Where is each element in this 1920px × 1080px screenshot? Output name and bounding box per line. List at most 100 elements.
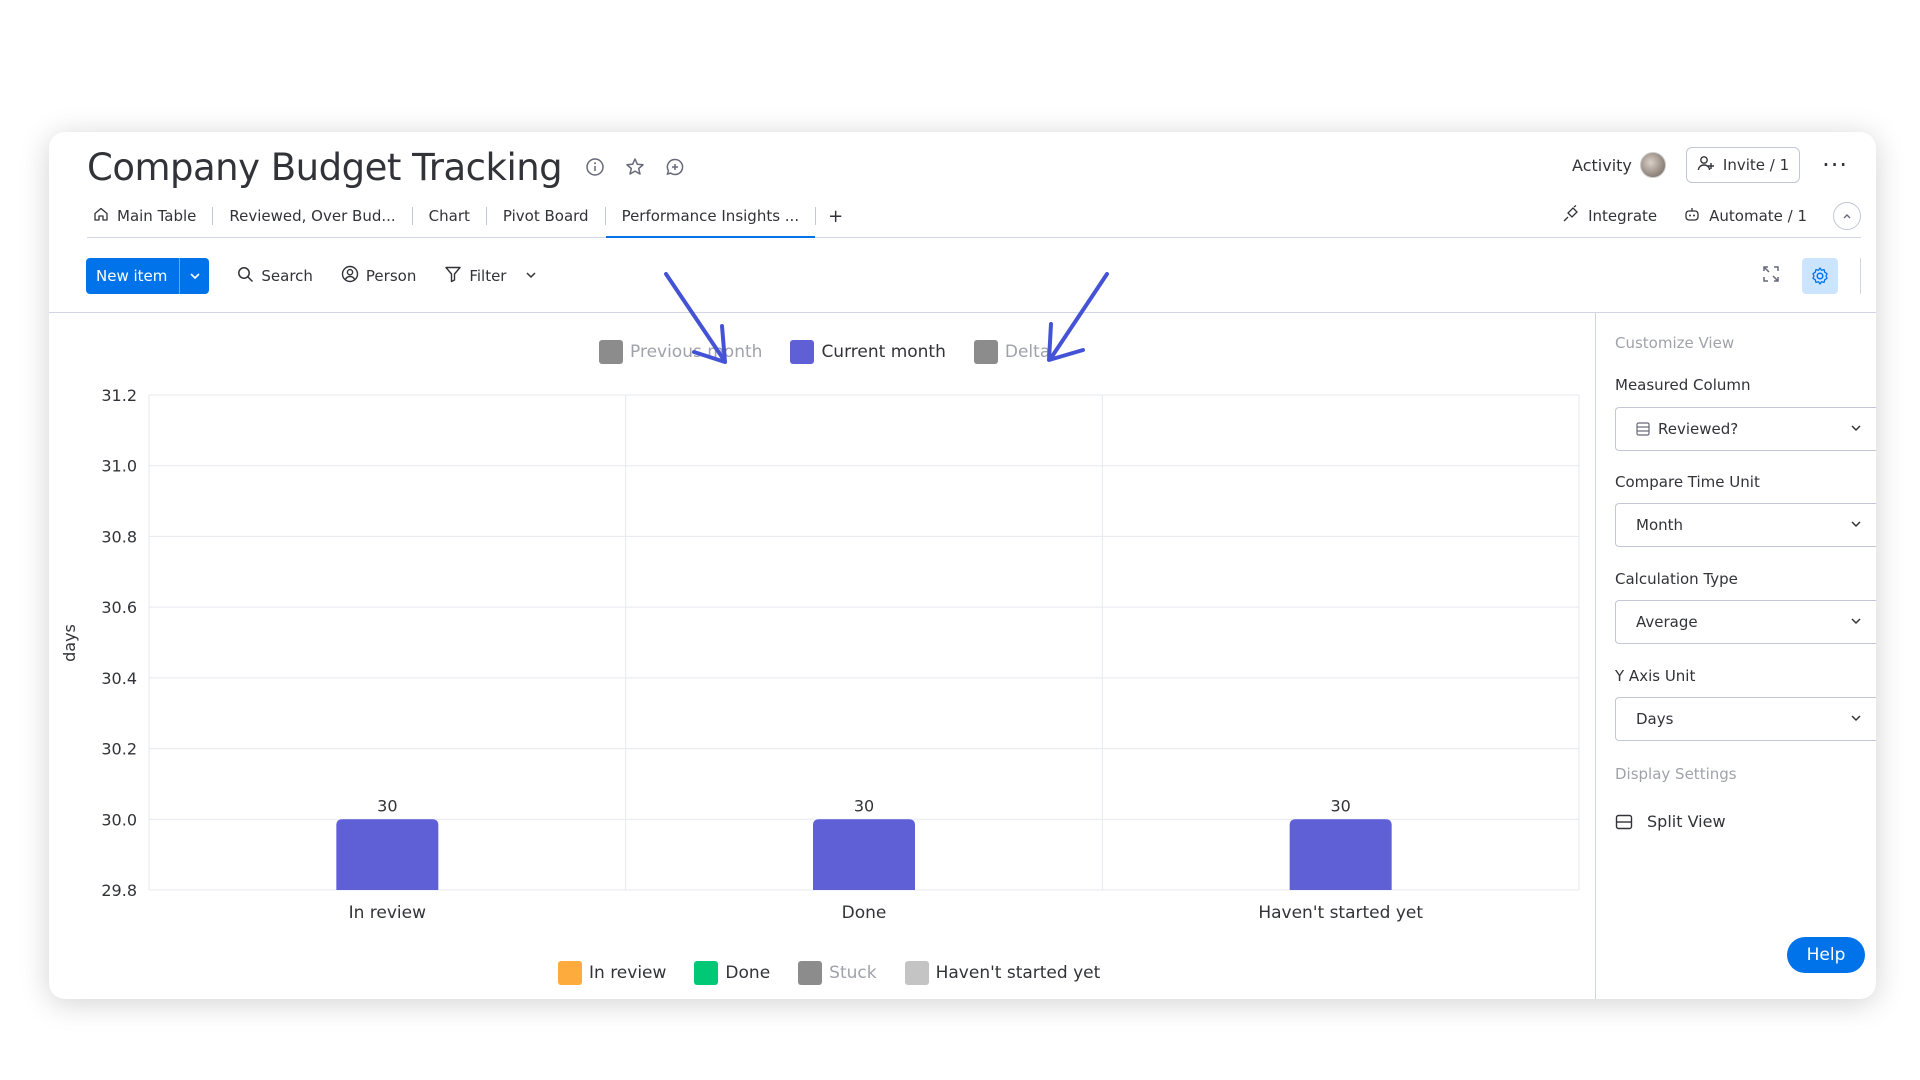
y-tick-label: 31.0 [101, 457, 137, 476]
add-view-button[interactable]: + [816, 196, 855, 236]
y-tick-label: 30.8 [101, 527, 137, 546]
robot-icon [1683, 205, 1701, 227]
legend-swatch [790, 340, 815, 364]
settings-button[interactable] [1802, 258, 1838, 294]
search-button[interactable]: Search [237, 266, 313, 287]
title-row: Company Budget Tracking [87, 142, 686, 192]
board-title[interactable]: Company Budget Tracking [87, 146, 563, 189]
search-label: Search [261, 267, 313, 285]
integrate-label: Integrate [1588, 207, 1658, 225]
invite-label: Invite / 1 [1722, 156, 1790, 174]
y-tick-label: 29.8 [101, 881, 137, 900]
new-item-button[interactable]: New item [86, 258, 210, 294]
help-button[interactable]: Help [1787, 937, 1865, 973]
search-icon [237, 266, 254, 287]
toolbar-divider [1860, 258, 1861, 294]
integrate-icon [1562, 204, 1580, 227]
view-tabs: Main Table Reviewed, Over Bud... Chart P… [87, 196, 1861, 238]
chevron-up-icon [1843, 214, 1851, 219]
chevron-down-icon [1849, 614, 1863, 632]
annotation-arrow-right [1047, 272, 1109, 362]
legend-label: Haven't started yet [935, 963, 1101, 983]
automate-label: Automate / 1 [1709, 207, 1807, 225]
measured-column-value: Reviewed? [1658, 420, 1739, 438]
legend-swatch [973, 340, 998, 364]
y-axis-label: days [60, 624, 79, 662]
more-options-icon[interactable]: ··· [1822, 153, 1848, 177]
chevron-down-icon[interactable] [179, 258, 209, 294]
activity-label: Activity [1572, 155, 1632, 175]
legend-swatch [599, 340, 623, 364]
legend-label: Stuck [829, 963, 877, 983]
tab-chart[interactable]: Chart [413, 196, 486, 236]
data-label: 30 [377, 796, 397, 815]
collapse-header-button[interactable] [1833, 202, 1861, 230]
tab-label: Performance Insights ... [621, 207, 800, 225]
tab-main-table[interactable]: Main Table [87, 196, 212, 236]
compare-time-unit-dropdown[interactable]: Month [1615, 503, 1876, 547]
list-icon [1636, 422, 1650, 436]
legend-label: In review [589, 963, 667, 983]
tab-performance-insights[interactable]: Performance Insights ... [605, 196, 816, 238]
fullscreen-icon[interactable] [1762, 265, 1780, 287]
split-view-toggle[interactable]: Split View [1615, 812, 1726, 831]
activity-button[interactable]: Activity [1572, 152, 1666, 178]
chevron-down-icon [1849, 711, 1863, 729]
invite-button[interactable]: Invite / 1 [1685, 147, 1801, 183]
bar-chart: 29.8 30.0 30.2 30.4 30.6 30.8 31.0 31.2 days 30 In… [60, 386, 1580, 923]
y-axis-unit-value: Days [1636, 710, 1674, 728]
legend-swatch [904, 961, 929, 985]
add-person-icon [1697, 154, 1715, 176]
automate-button[interactable]: Automate / 1 [1683, 205, 1807, 227]
filter-button[interactable]: Filter [444, 265, 537, 287]
person-label: Person [365, 267, 417, 285]
header-actions: Activity Invite / 1 ··· [1572, 147, 1848, 183]
compare-time-unit-label: Compare Time Unit [1615, 473, 1760, 491]
legend-swatch [558, 961, 582, 985]
chart-area: 29.8 30.0 30.2 30.4 30.6 30.8 31.0 31.2 days 30 In… [49, 272, 1595, 999]
tab-label: Main Table [117, 207, 197, 225]
chat-icon[interactable] [664, 156, 686, 178]
legend-item[interactable]: Current month [790, 340, 946, 364]
person-filter-button[interactable]: Person [341, 265, 416, 287]
y-tick-label: 31.2 [101, 386, 137, 405]
legend-item[interactable]: Done [694, 961, 770, 985]
info-icon[interactable] [584, 156, 606, 178]
y-tick-label: 30.4 [101, 669, 137, 688]
legend-label: Done [725, 963, 771, 983]
home-icon [93, 206, 109, 226]
measured-column-label: Measured Column [1615, 376, 1751, 394]
star-icon[interactable] [624, 156, 646, 178]
legend-swatch [694, 961, 719, 985]
y-axis-unit-dropdown[interactable]: Days [1615, 697, 1876, 741]
x-tick-label: Haven't started yet [1258, 903, 1423, 923]
chevron-down-icon[interactable] [525, 267, 537, 285]
legend-item[interactable]: Haven't started yet [904, 961, 1101, 985]
board-card: Company Budget Tracking Activity Invite … [49, 132, 1876, 999]
tab-reviewed-over-budget[interactable]: Reviewed, Over Bud... [213, 196, 411, 236]
data-label: 30 [854, 796, 874, 815]
chart-legend-bottom: In review Done Stuck Haven't started yet [558, 961, 1100, 985]
compare-time-unit-value: Month [1636, 516, 1684, 534]
tab-label: Pivot Board [502, 207, 589, 225]
legend-item[interactable]: Stuck [798, 961, 877, 985]
avatar [1639, 152, 1666, 178]
toolbar: New item Search Person Filter [86, 257, 1861, 295]
tab-label: Reviewed, Over Bud... [229, 207, 396, 225]
chevron-down-icon [1849, 421, 1863, 439]
filter-icon [444, 265, 462, 287]
legend-item[interactable]: In review [558, 961, 666, 985]
legend-label: Current month [821, 342, 946, 362]
bar[interactable] [336, 819, 439, 890]
bar[interactable] [813, 819, 915, 890]
split-view-icon [1615, 813, 1633, 831]
calculation-type-dropdown[interactable]: Average [1615, 600, 1876, 644]
calculation-type-value: Average [1636, 613, 1698, 631]
integrate-button[interactable]: Integrate [1562, 204, 1658, 227]
chevron-down-icon [1849, 517, 1863, 535]
measured-column-dropdown[interactable]: Reviewed? [1615, 407, 1876, 451]
tab-pivot-board[interactable]: Pivot Board [487, 196, 605, 236]
bar[interactable] [1289, 819, 1392, 890]
annotation-arrow-left [664, 272, 727, 364]
x-tick-label: In review [349, 903, 427, 923]
